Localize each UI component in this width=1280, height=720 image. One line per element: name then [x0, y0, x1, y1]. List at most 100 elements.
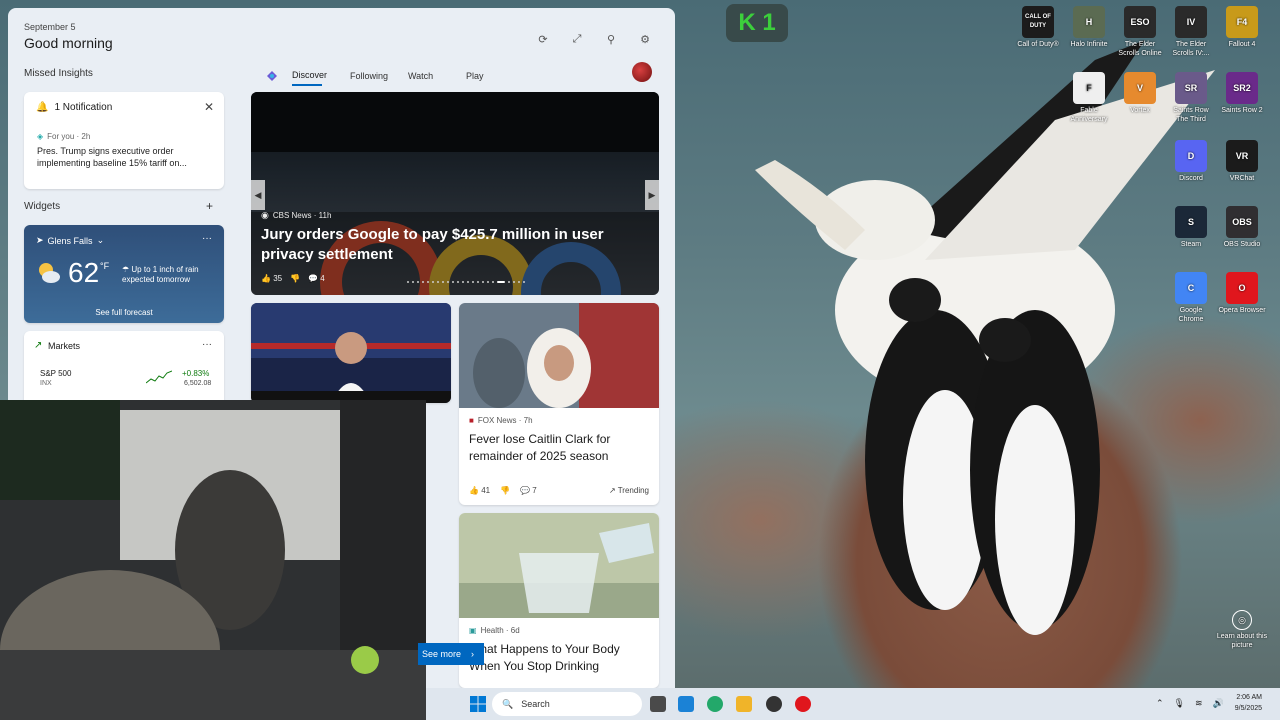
desktop-icon[interactable]: OBS OBS Studio: [1218, 206, 1266, 249]
see-full-forecast-link[interactable]: See full forecast: [24, 308, 224, 317]
markets-icon: ↗: [34, 340, 43, 351]
tab-following[interactable]: Following: [350, 67, 408, 85]
file-explorer-icon[interactable]: [736, 696, 752, 712]
comment-button[interactable]: 💬 4: [308, 274, 325, 283]
app-icon: F: [1073, 72, 1105, 104]
desktop-icon[interactable]: F Fable Anniversary: [1065, 72, 1113, 124]
news-card-msnbc[interactable]: [251, 303, 451, 403]
news-card-fever[interactable]: ■ FOX News · 7h Fever lose Caitlin Clark…: [459, 303, 659, 505]
weather-more-button[interactable]: ···: [202, 233, 212, 244]
notification-card[interactable]: 🔔 1 Notification ✕ ◈ For you · 2h Pres. …: [24, 92, 224, 189]
news-thumbnail: [459, 303, 659, 408]
desktop-icon-label: Fallout 4: [1228, 41, 1256, 48]
widgets-taskbar-icon[interactable]: [678, 696, 694, 712]
market-value: 6,502.08: [184, 380, 212, 387]
carousel-indicator: [407, 281, 525, 283]
comment-button[interactable]: 💬 7: [520, 486, 537, 495]
expand-icon[interactable]: ⤢: [568, 30, 586, 48]
start-windows-icon[interactable]: [470, 696, 486, 712]
tab-play[interactable]: Play: [466, 67, 524, 85]
learn-about-label: Learn about this picture: [1216, 633, 1268, 649]
task-view-icon[interactable]: [650, 696, 666, 712]
desktop-icon[interactable]: V Vortex: [1116, 72, 1164, 115]
health-icon: ▣: [469, 626, 477, 635]
hero-reactions: 👍 35 👎 💬 4: [261, 274, 325, 283]
markets-widget[interactable]: ↗ Markets ··· S&P 500 INX +0.83% 6,502.0…: [24, 331, 224, 411]
desktop-icon[interactable]: IV The Elder Scrolls IV:...: [1167, 6, 1215, 58]
desktop-icon[interactable]: S Steam: [1167, 206, 1215, 249]
like-button[interactable]: 👍 35: [261, 274, 282, 283]
desktop-icon[interactable]: C Google Chrome: [1167, 272, 1215, 324]
markets-more-button[interactable]: ···: [202, 339, 212, 350]
news-thumbnail: [251, 303, 451, 403]
weather-temperature: 62: [68, 257, 100, 288]
desktop-icon[interactable]: CALL OF DUTY Call of Duty®: [1014, 6, 1062, 49]
tab-watch[interactable]: Watch: [408, 67, 466, 85]
carousel-prev-button[interactable]: ◀: [251, 180, 265, 210]
news-title[interactable]: Fever lose Caitlin Clark for remainder o…: [469, 431, 649, 465]
volume-icon[interactable]: 🔊: [1213, 698, 1224, 709]
taskbar-search-box[interactable]: 🔍 Search: [492, 692, 642, 716]
learn-about-picture[interactable]: ◎ Learn about this picture: [1216, 610, 1268, 650]
desktop-icon-label: The Elder Scrolls Online: [1118, 41, 1162, 57]
news-title[interactable]: What Happens to Your Body When You Stop …: [469, 641, 649, 675]
copilot-icon: [267, 71, 277, 81]
desktop-icon[interactable]: ESO The Elder Scrolls Online: [1116, 6, 1164, 58]
news-card-health[interactable]: ▣ Health · 6d What Happens to Your Body …: [459, 513, 659, 688]
trending-label: Trending: [617, 486, 649, 495]
widgets-label: Widgets: [24, 201, 61, 212]
weather-note-label: Up to 1 inch of rain expected tomorrow: [122, 265, 199, 284]
bell-icon: 🔔: [36, 102, 49, 113]
notification-source-label: For you · 2h: [47, 132, 91, 141]
app-icon: F4: [1226, 6, 1258, 38]
desktop-icon-label: The Elder Scrolls IV:...: [1172, 41, 1210, 57]
hero-article[interactable]: ◉ CBS News · 11h Jury orders Google to p…: [251, 92, 659, 295]
trending-icon: ↗: [608, 486, 616, 495]
see-more-button[interactable]: See more ›: [418, 643, 484, 665]
pin-icon[interactable]: ⚲: [602, 30, 620, 48]
add-widget-button[interactable]: +: [206, 199, 213, 213]
obs-taskbar-icon[interactable]: [766, 696, 782, 712]
k1-overlay-badge: K 1: [726, 4, 788, 42]
weather-unit: °F: [100, 261, 110, 271]
news-source-label: FOX News · 7h: [477, 416, 533, 425]
hero-title[interactable]: Jury orders Google to pay $425.7 million…: [261, 225, 641, 265]
desktop-icon-label: Vortex: [1130, 107, 1150, 114]
profile-avatar[interactable]: [632, 62, 652, 82]
app-icon: O: [1226, 272, 1258, 304]
weather-widget[interactable]: ➤ Glens Falls ⌄ ··· 62 °F ☂ Up to 1 inch…: [24, 225, 224, 323]
like-button[interactable]: 👍 41: [469, 486, 490, 495]
chevron-up-icon[interactable]: ⌃: [1156, 698, 1164, 709]
weather-location[interactable]: ➤ Glens Falls ⌄: [36, 235, 104, 246]
notification-text[interactable]: Pres. Trump signs executive order implem…: [37, 145, 212, 169]
notification-source: ◈ For you · 2h: [37, 132, 90, 141]
opera-taskbar-icon[interactable]: [795, 696, 811, 712]
like-count: 41: [481, 486, 491, 495]
search-icon: 🔍: [502, 698, 514, 709]
partly-cloudy-icon: [39, 263, 60, 283]
taskbar-clock[interactable]: 2:06 AM 9/5/2025: [1235, 692, 1262, 714]
desktop-icon[interactable]: F4 Fallout 4: [1218, 6, 1266, 49]
desktop-icon[interactable]: D Discord: [1167, 140, 1215, 183]
edge-icon[interactable]: [707, 696, 723, 712]
comment-count: 4: [320, 274, 325, 283]
dislike-button[interactable]: 👎: [500, 486, 510, 495]
settings-gear-icon[interactable]: ⚙: [636, 30, 654, 48]
tab-discover[interactable]: Discover: [292, 66, 327, 86]
wifi-icon[interactable]: ≋: [1195, 698, 1203, 709]
chevron-down-icon: ⌄: [96, 235, 105, 245]
dislike-button[interactable]: 👎: [290, 274, 300, 283]
microphone-icon[interactable]: 🎙: [1174, 698, 1185, 709]
app-icon: V: [1124, 72, 1156, 104]
carousel-next-button[interactable]: ▶: [645, 180, 659, 210]
rain-icon: ☂: [122, 265, 130, 274]
close-icon[interactable]: ✕: [204, 100, 214, 114]
webcam-overlay: [0, 400, 426, 720]
hero-source: ◉ CBS News · 11h: [261, 210, 331, 221]
desktop-icon[interactable]: SR2 Saints Row 2: [1218, 72, 1266, 115]
desktop-icon[interactable]: VR VRChat: [1218, 140, 1266, 183]
desktop-icon[interactable]: O Opera Browser: [1218, 272, 1266, 315]
desktop-icon[interactable]: SR Saints Row The Third: [1167, 72, 1215, 124]
desktop-icon[interactable]: H Halo Infinite: [1065, 6, 1113, 49]
refresh-icon[interactable]: ⟳: [534, 30, 552, 48]
